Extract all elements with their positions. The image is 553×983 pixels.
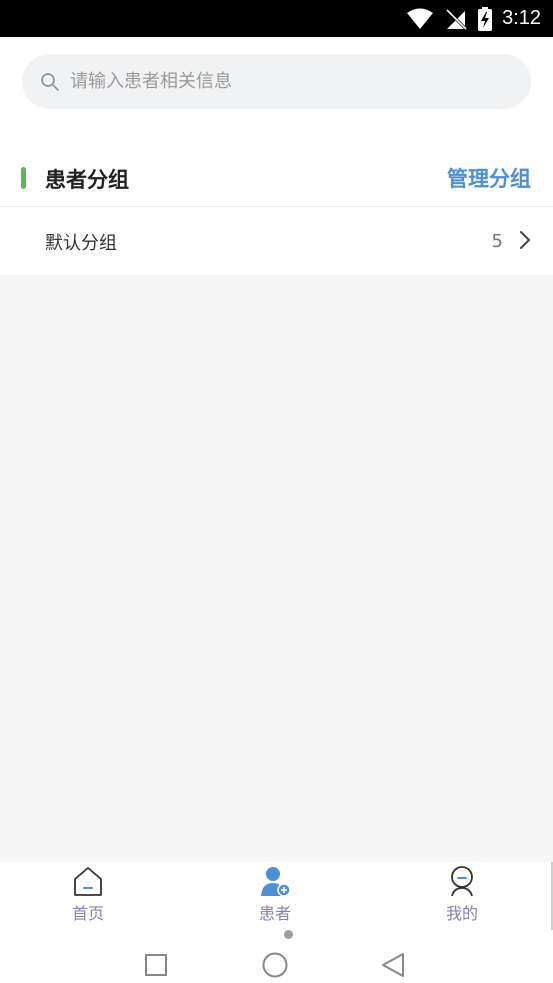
search-box[interactable] [22, 54, 531, 109]
search-input[interactable] [68, 70, 531, 93]
chevron-right-icon [520, 231, 530, 249]
tab-profile-label: 我的 [445, 904, 478, 923]
home-circle-icon[interactable] [262, 952, 288, 978]
home-icon [74, 867, 102, 896]
page-indicator-dot [284, 930, 293, 939]
wifi-icon [407, 8, 434, 29]
profile-icon [451, 866, 473, 897]
tab-profile[interactable]: 我的 [402, 862, 522, 930]
tab-home-label: 首页 [71, 904, 104, 923]
search-icon [40, 72, 60, 92]
tab-home[interactable]: 首页 [28, 862, 148, 930]
battery-charging-icon [478, 6, 493, 31]
bottom-nav: 首页 患者 我的 [0, 862, 553, 930]
patient-icon [261, 867, 291, 897]
group-count: 5 [491, 231, 503, 252]
group-header: 患者分组 管理分组 [0, 149, 553, 207]
system-nav-bar [0, 930, 553, 983]
status-icons: 3:12 [406, 0, 541, 37]
tab-patients[interactable]: 患者 [215, 862, 335, 930]
section-title: 患者分组 [45, 168, 129, 192]
no-signal-icon [446, 8, 468, 30]
top-section: 患者分组 管理分组 默认分组 5 [0, 37, 553, 275]
section-accent-bar [21, 167, 26, 189]
status-time: 3:12 [502, 7, 541, 29]
group-name: 默认分组 [45, 233, 117, 254]
back-icon[interactable] [381, 952, 405, 978]
status-bar: 3:12 [0, 0, 553, 37]
recent-apps-icon[interactable] [145, 954, 167, 976]
tab-patients-label: 患者 [258, 904, 291, 923]
manage-groups-button[interactable]: 管理分组 [447, 163, 531, 193]
group-row-default[interactable]: 默认分组 5 [0, 207, 553, 275]
